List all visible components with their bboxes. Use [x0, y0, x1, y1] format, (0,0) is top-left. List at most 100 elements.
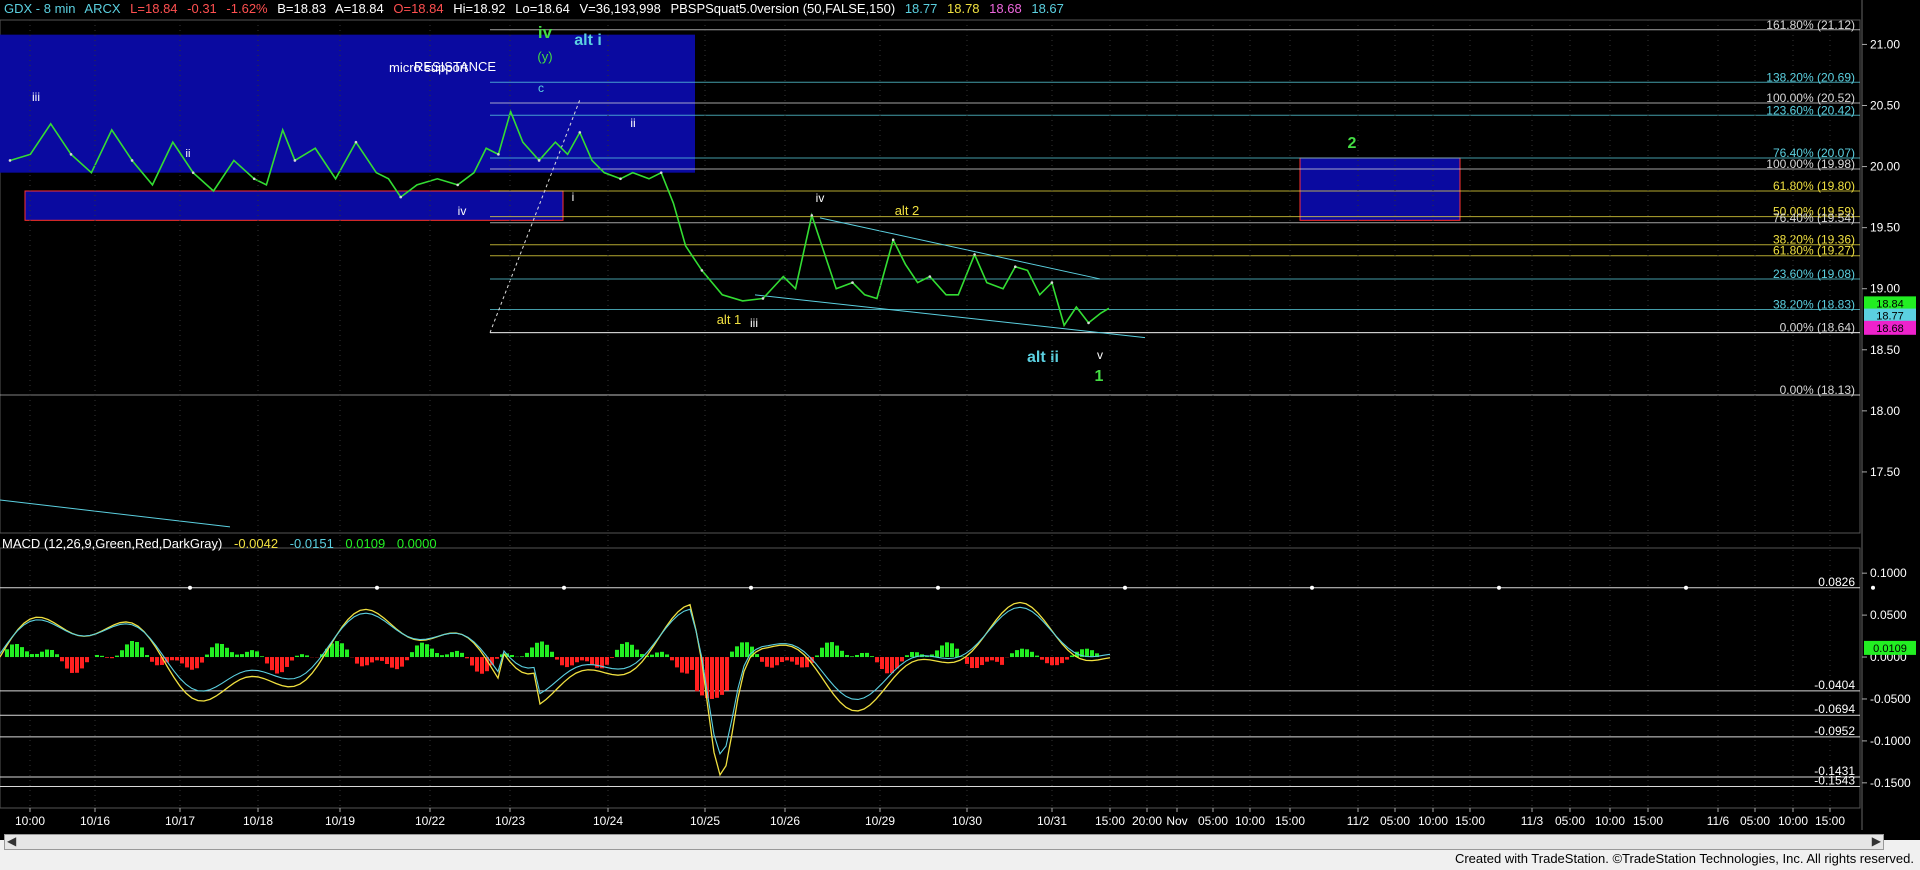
price-point — [619, 177, 622, 181]
wave-label: alt 2 — [895, 203, 920, 218]
macd-histogram-bar — [110, 657, 114, 659]
x-tick-label: Nov — [1166, 814, 1187, 828]
macd-histogram-bar — [300, 654, 304, 658]
macd-histogram-bar — [870, 656, 874, 658]
macd-histogram-bar — [1050, 657, 1054, 666]
fib-label: 76.40% (19.54) — [1773, 211, 1855, 225]
macd-histogram-bar — [970, 657, 974, 669]
macd-v3: 0.0109 — [345, 536, 386, 551]
macd-histogram-bar — [775, 657, 779, 666]
macd-histogram-bar — [455, 650, 459, 658]
macd-histogram-bar — [725, 657, 729, 691]
fib-label: 61.80% (19.27) — [1773, 244, 1855, 258]
macd-histogram-bar — [480, 657, 484, 674]
credit-text: Created with TradeStation. ©TradeStation… — [1454, 851, 1914, 866]
macd-histogram-bar — [10, 644, 14, 658]
macd-histogram-bar — [135, 642, 139, 658]
x-tick-label: 20:00 — [1132, 814, 1162, 828]
macd-histogram-bar — [130, 641, 134, 658]
macd-histogram-bar — [530, 647, 534, 658]
price-tag-label: 18.77 — [1876, 311, 1904, 323]
x-tick-label: 11/6 — [1707, 814, 1730, 828]
macd-histogram-bar — [250, 650, 254, 658]
macd-histogram-bar — [1070, 655, 1074, 658]
micro-support-box — [24, 190, 564, 221]
macd-histogram-bar — [200, 657, 204, 663]
macd-histogram-bar — [635, 649, 639, 658]
x-tick-label: 10/26 — [770, 814, 800, 828]
macd-histogram-bar — [175, 657, 179, 661]
x-tick-label: 15:00 — [1275, 814, 1305, 828]
macd-histogram-bar — [440, 655, 444, 658]
macd-histogram-bar — [1040, 657, 1044, 660]
macd-histogram-bar — [85, 657, 89, 663]
x-tick-label: 10/17 — [165, 814, 195, 828]
macd-histogram-bar — [245, 651, 249, 658]
x-tick-label: 05:00 — [1740, 814, 1770, 828]
macd-histogram-bar — [815, 655, 819, 658]
macd-histogram-bar — [180, 657, 184, 664]
macd-histogram-bar — [335, 641, 339, 658]
price-tag-label: 18.68 — [1876, 323, 1904, 335]
macd-histogram-bar — [45, 649, 49, 658]
macd-histogram-bar — [550, 651, 554, 658]
price-tag-label: 18.84 — [1876, 298, 1904, 310]
macd-histogram-bar — [185, 657, 189, 668]
price-point — [456, 183, 460, 187]
macd-level-label: -0.0404 — [1814, 678, 1855, 692]
macd-marker — [188, 585, 192, 590]
price-point — [659, 171, 663, 174]
scroll-right-icon[interactable]: ▶ — [1872, 834, 1881, 848]
channel-lower — [754, 294, 1146, 339]
macd-histogram-bar — [695, 657, 699, 692]
macd-histogram-bar — [675, 657, 679, 668]
x-tick-label: 10/22 — [415, 814, 445, 828]
price-point — [578, 131, 582, 134]
macd-marker — [936, 585, 940, 590]
horizontal-scrollbar[interactable]: ◀ ▶ — [4, 834, 1884, 850]
macd-histogram-bar — [575, 657, 579, 663]
macd-histogram-bar — [780, 657, 784, 663]
macd-v1: -0.0042 — [233, 536, 279, 551]
wave-label: alt ii — [1027, 349, 1059, 366]
macd-histogram-bar — [460, 652, 464, 658]
macd-histogram-bar — [1020, 648, 1024, 658]
macd-histogram-bar — [390, 657, 394, 668]
macd-histogram-bar — [615, 649, 619, 658]
macd-histogram-bar — [400, 657, 404, 667]
macd-histogram-bar — [580, 657, 584, 661]
macd-histogram-bar — [75, 657, 79, 673]
macd-histogram-bar — [1030, 651, 1034, 658]
x-tick-label: 15:00 — [1095, 814, 1125, 828]
macd-histogram-bar — [565, 657, 569, 668]
x-tick-label: 05:00 — [1198, 814, 1228, 828]
macd-histogram-bar — [990, 657, 994, 661]
macd-histogram-bar — [235, 654, 239, 658]
macd-histogram-bar — [820, 647, 824, 658]
macd-marker — [562, 585, 566, 590]
wave-label: 1 — [1095, 368, 1104, 385]
price-chart[interactable]: 161.80% (21.12)138.20% (20.69)100.00% (2… — [0, 0, 1920, 834]
fib-label: 61.80% (19.80) — [1773, 179, 1855, 193]
macd-tag-label: 0.0109 — [1873, 643, 1907, 655]
macd-histogram-bar — [465, 657, 469, 659]
macd-histogram-bar — [360, 657, 364, 667]
macd-histogram-bar — [380, 657, 384, 661]
macd-histogram-bar — [100, 655, 104, 658]
x-tick-label: 10:00 — [1778, 814, 1808, 828]
macd-histogram-bar — [940, 645, 944, 658]
macd-histogram-bar — [755, 654, 759, 658]
macd-histogram-bar — [1025, 649, 1029, 658]
macd-histogram-bar — [385, 657, 389, 665]
scroll-left-icon[interactable]: ◀ — [7, 834, 16, 848]
macd-histogram-bar — [375, 657, 379, 661]
price-point — [928, 275, 932, 278]
x-tick-label: 05:00 — [1555, 814, 1585, 828]
macd-histogram-bar — [545, 644, 549, 658]
macd-histogram-bar — [240, 654, 244, 658]
macd-histogram-bar — [70, 657, 74, 673]
macd-histogram-bar — [605, 657, 609, 665]
x-tick-label: 10/25 — [690, 814, 720, 828]
macd-histogram-bar — [415, 645, 419, 658]
wave-label: v — [1097, 348, 1103, 362]
